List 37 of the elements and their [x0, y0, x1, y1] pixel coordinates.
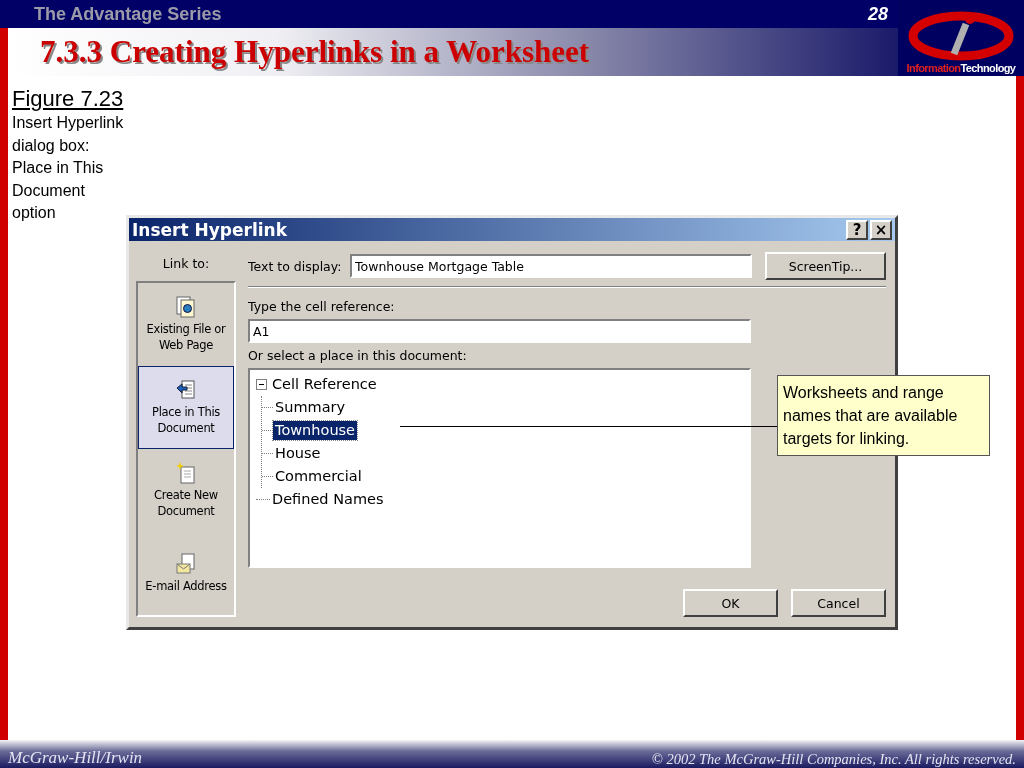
slide-title: 7.3.3 Creating Hyperlinks in a Worksheet [40, 34, 590, 70]
help-button[interactable]: ? [846, 219, 868, 240]
series-name: The Advantage Series [34, 3, 222, 25]
link-to-option[interactable]: Existing File or Web Page [138, 283, 234, 366]
link-to-option[interactable]: E-mail Address [138, 532, 234, 615]
logo-text: Technology [960, 62, 1016, 74]
screentip-button[interactable]: ScreenTip... [765, 252, 886, 280]
tree-item[interactable]: Defined Names [270, 490, 386, 509]
document-icon [176, 296, 196, 318]
tree-item[interactable]: Townhouse [273, 421, 358, 440]
link-to-option[interactable]: Create New Document [138, 449, 234, 532]
close-button[interactable]: × [870, 219, 892, 240]
collapse-icon[interactable] [256, 379, 267, 390]
list-label: Or select a place in this document: [248, 347, 468, 365]
field-label: Text to display: [248, 258, 343, 274]
tree-item[interactable]: House [273, 444, 323, 463]
envelope-icon [176, 553, 196, 575]
ok-button[interactable]: OK [683, 589, 778, 617]
figure-caption: Insert Hyperlink dialog box: Place in This Document option [12, 113, 125, 223]
tree-item[interactable]: Cell Reference [270, 375, 379, 394]
link-to-label: Link to: [161, 255, 211, 273]
copyright-notice: © 2002 The McGraw-Hill Companies, Inc. All rights reserved. [651, 751, 1016, 768]
logo-text: Information [906, 62, 961, 74]
link-to-option[interactable]: Place in This Document [138, 366, 234, 449]
tree-item[interactable]: Commercial [273, 467, 364, 486]
page-number: 28 [867, 3, 888, 25]
figure-label: Figure 7.23 [12, 86, 125, 112]
new-document-icon [176, 462, 196, 484]
document-arrow-icon [176, 379, 196, 401]
dialog-title: Insert Hyperlink [132, 219, 287, 240]
text-field[interactable]: Townhouse Mortgage Table [350, 254, 752, 278]
cell-reference-field[interactable]: A1 [248, 319, 751, 343]
cancel-button[interactable]: Cancel [791, 589, 886, 617]
tree-item[interactable]: Summary [273, 398, 348, 417]
callout-note: Worksheets and range names that are available targets for linking. [777, 375, 990, 456]
field-label: Type the cell reference: [248, 298, 396, 316]
publisher-name: McGraw-Hill/Irwin [8, 748, 143, 768]
